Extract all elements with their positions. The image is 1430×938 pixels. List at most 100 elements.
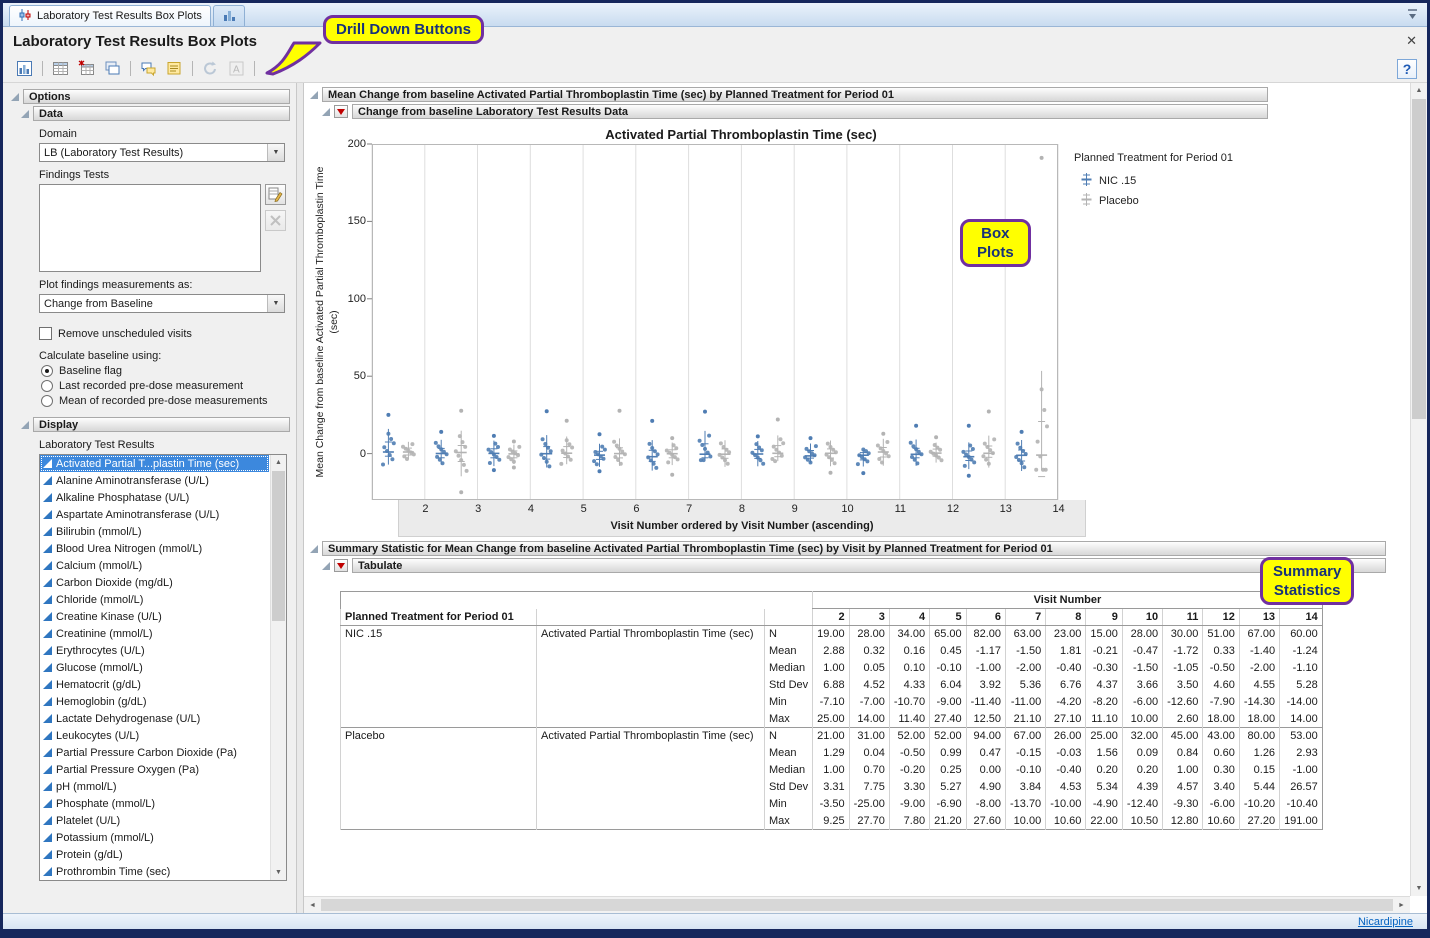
- lab-test-item[interactable]: Alkaline Phosphatase (U/L): [40, 489, 269, 506]
- lab-test-item[interactable]: Aspartate Aminotransferase (U/L): [40, 506, 269, 523]
- lab-test-item[interactable]: Calcium (mmol/L): [40, 557, 269, 574]
- radio-icon[interactable]: [41, 380, 53, 392]
- lab-test-item[interactable]: Protein (g/dL): [40, 846, 269, 863]
- lab-test-item[interactable]: Lactate Dehydrogenase (U/L): [40, 710, 269, 727]
- tab-chart-report[interactable]: [213, 5, 245, 26]
- plot-area[interactable]: [372, 144, 1058, 500]
- baseline-radio-option[interactable]: Last recorded pre-dose measurement: [41, 380, 290, 392]
- lab-test-item[interactable]: Blood Urea Nitrogen (mmol/L): [40, 540, 269, 557]
- findings-tests-listbox[interactable]: [39, 184, 261, 272]
- window-list-icon[interactable]: [1406, 8, 1419, 23]
- stat-value-cell: 4.57: [1163, 779, 1203, 796]
- scroll-down-icon[interactable]: ▼: [271, 865, 286, 880]
- nicardipine-link[interactable]: Nicardipine: [1358, 916, 1413, 928]
- display-section-header[interactable]: Display: [33, 417, 290, 432]
- stat-value-cell: 52.00: [889, 728, 929, 745]
- domain-select[interactable]: LB (Laboratory Test Results) ▼: [39, 143, 285, 162]
- scroll-thumb[interactable]: [1412, 99, 1426, 419]
- disclosure-icon[interactable]: [11, 93, 19, 101]
- tabulate-header[interactable]: Tabulate: [352, 558, 1386, 573]
- lab-test-item[interactable]: Platelet (U/L): [40, 812, 269, 829]
- disclosure-icon[interactable]: [310, 91, 318, 99]
- panel-splitter[interactable]: [297, 83, 304, 913]
- notes-icon[interactable]: [137, 58, 160, 80]
- report-vertical-scrollbar[interactable]: ▲ ▼: [1410, 83, 1427, 896]
- baseline-radio-option[interactable]: Mean of recorded pre-dose measurements: [41, 395, 290, 407]
- lab-test-item[interactable]: Bilirubin (mmol/L): [40, 523, 269, 540]
- lab-test-item[interactable]: Phosphate (mmol/L): [40, 795, 269, 812]
- radio-icon[interactable]: [41, 395, 53, 407]
- stat-value-cell: -0.30: [1086, 660, 1123, 677]
- red-triangle-menu-icon[interactable]: [334, 559, 348, 572]
- disclosure-icon[interactable]: [21, 110, 29, 118]
- lab-test-item[interactable]: Erythrocytes (U/L): [40, 642, 269, 659]
- radio-icon[interactable]: [41, 365, 53, 377]
- lab-test-item[interactable]: Glucose (mmol/L): [40, 659, 269, 676]
- checkbox-icon[interactable]: [39, 327, 52, 340]
- scroll-up-icon[interactable]: ▲: [271, 455, 286, 470]
- report-horizontal-scrollbar[interactable]: ◄ ►: [304, 896, 1410, 913]
- stat-value-cell: 5.44: [1239, 779, 1279, 796]
- disclosure-icon[interactable]: [322, 108, 330, 116]
- tab-lab-results-box-plots[interactable]: Laboratory Test Results Box Plots: [9, 5, 211, 26]
- x-tick-label: 12: [927, 500, 980, 519]
- lab-test-list[interactable]: Activated Partial T...plastin Time (sec)…: [39, 454, 287, 881]
- refresh-icon[interactable]: [199, 58, 222, 80]
- scroll-down-icon[interactable]: ▼: [1411, 881, 1427, 896]
- disclosure-icon[interactable]: [322, 562, 330, 570]
- legend-item-nic[interactable]: NIC .15: [1080, 172, 1264, 190]
- new-data-table-icon[interactable]: [75, 58, 98, 80]
- lab-test-item[interactable]: Creatinine (mmol/L): [40, 625, 269, 642]
- distribution-report-icon[interactable]: [13, 58, 36, 80]
- baseline-radio-option[interactable]: Baseline flag: [41, 365, 290, 377]
- select-tests-button[interactable]: [265, 184, 286, 205]
- scroll-up-icon[interactable]: ▲: [1411, 83, 1427, 98]
- visit-column-header: 2: [813, 609, 850, 626]
- stat-label-cell: N: [765, 728, 813, 745]
- lab-test-item[interactable]: Chloride (mmol/L): [40, 591, 269, 608]
- options-header[interactable]: Options: [23, 89, 290, 104]
- lab-test-item[interactable]: Potassium (mmol/L): [40, 829, 269, 846]
- stat-value-cell: 10.60: [1046, 813, 1086, 830]
- scroll-left-icon[interactable]: ◄: [306, 902, 319, 909]
- close-icon[interactable]: ✕: [1406, 33, 1417, 49]
- lab-test-item[interactable]: pH (mmol/L): [40, 778, 269, 795]
- annotate-icon[interactable]: A: [225, 58, 248, 80]
- test-cell: [537, 779, 765, 796]
- subsection1-header[interactable]: Change from baseline Laboratory Test Res…: [352, 104, 1268, 119]
- legend-item-placebo[interactable]: Placebo: [1080, 192, 1264, 210]
- open-windows-icon[interactable]: [101, 58, 124, 80]
- disclosure-icon[interactable]: [21, 421, 29, 429]
- list-scrollbar[interactable]: ▲ ▼: [270, 455, 286, 880]
- lab-test-item[interactable]: Alanine Aminotransferase (U/L): [40, 472, 269, 489]
- remove-unscheduled-checkbox[interactable]: Remove unscheduled visits: [39, 327, 290, 340]
- lab-test-item[interactable]: Prothrombin Time (sec): [40, 863, 269, 880]
- data-section-header[interactable]: Data: [33, 106, 290, 121]
- lab-test-item[interactable]: Creatine Kinase (U/L): [40, 608, 269, 625]
- data-table-icon[interactable]: [49, 58, 72, 80]
- scroll-right-icon[interactable]: ►: [1395, 902, 1408, 909]
- lab-test-item[interactable]: Activated Partial T...plastin Time (sec): [40, 455, 269, 472]
- scroll-thumb[interactable]: [321, 899, 1393, 911]
- help-icon[interactable]: ?: [1397, 59, 1417, 79]
- disclosure-icon[interactable]: [310, 545, 318, 553]
- y-tick-label: 100: [348, 293, 366, 305]
- red-triangle-menu-icon[interactable]: [334, 105, 348, 118]
- lab-test-item[interactable]: Carbon Dioxide (mg/dL): [40, 574, 269, 591]
- comments-icon[interactable]: [163, 58, 186, 80]
- lab-test-item[interactable]: Partial Pressure Oxygen (Pa): [40, 761, 269, 778]
- scroll-thumb[interactable]: [272, 471, 285, 621]
- stat-value-cell: -1.17: [966, 643, 1005, 660]
- stat-value-cell: -9.30: [1163, 796, 1203, 813]
- section2-header[interactable]: Summary Statistic for Mean Change from b…: [322, 541, 1386, 556]
- plot-as-select[interactable]: Change from Baseline ▼: [39, 294, 285, 313]
- lab-test-item[interactable]: Partial Pressure Carbon Dioxide (Pa): [40, 744, 269, 761]
- lab-test-item[interactable]: Hemoglobin (g/dL): [40, 693, 269, 710]
- stat-value-cell: -7.90: [1203, 694, 1240, 711]
- clear-tests-button[interactable]: [265, 210, 286, 231]
- section1-header[interactable]: Mean Change from baseline Activated Part…: [322, 87, 1268, 102]
- stat-value-cell: 21.20: [930, 813, 967, 830]
- lab-test-item[interactable]: Hematocrit (g/dL): [40, 676, 269, 693]
- lab-test-item[interactable]: Leukocytes (U/L): [40, 727, 269, 744]
- treatment-cell: Placebo: [341, 728, 537, 745]
